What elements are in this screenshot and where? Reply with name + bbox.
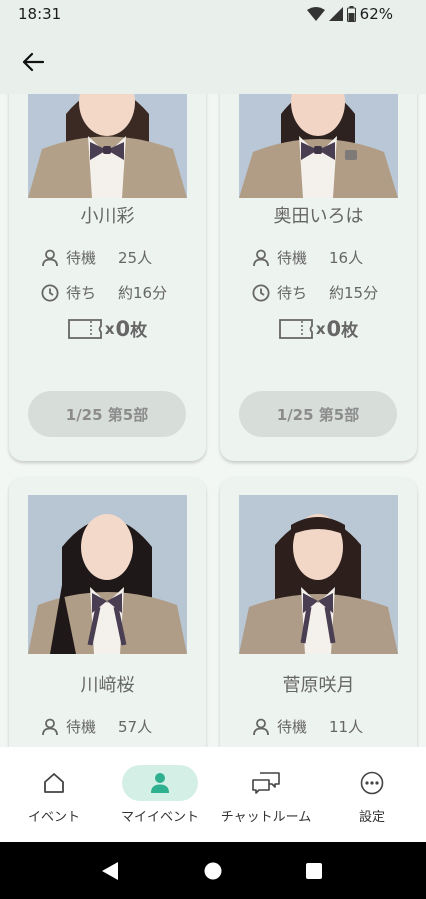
nav-label: イベント (27, 810, 80, 825)
ticket-count: x 0 枚 (220, 316, 417, 341)
nav-label: 設定 (358, 810, 385, 825)
app-bar (0, 30, 426, 94)
person-icon (253, 718, 269, 735)
session-button[interactable]: 1/25 第5部 (239, 391, 397, 437)
clock-icon (41, 284, 59, 301)
waiting-count: 待機 11人 (252, 716, 363, 737)
status-bar: 18:31 62% (0, 0, 426, 30)
system-nav-bar (0, 842, 426, 899)
bottom-nav: イベント マイイベント チャットルーム 設定 (0, 747, 426, 842)
more-icon (360, 771, 384, 795)
session-button[interactable]: 1/25 第5部 (28, 391, 186, 437)
waiting-count: 待機 16人 (252, 247, 363, 268)
battery-percent: 62% (359, 5, 393, 23)
member-name: 奥田いろは (273, 206, 364, 227)
member-photo (239, 495, 398, 654)
back-triangle-icon[interactable] (100, 861, 120, 881)
back-button[interactable] (14, 44, 52, 80)
member-card[interactable]: 菅原咲月 待機 11人 (220, 477, 417, 747)
member-photo (28, 495, 187, 654)
home-circle-icon[interactable] (203, 861, 223, 881)
person-icon (253, 249, 269, 266)
nav-item-settings[interactable]: 設定 (334, 747, 410, 842)
member-list[interactable]: 小川彩 待機 25人 待ち 約16分 x 0 枚 1/25 第5部 奥田いろは … (0, 94, 426, 747)
nav-item-chat-room[interactable]: チャットルーム (213, 747, 319, 842)
member-name: 小川彩 (80, 206, 135, 227)
wifi-icon (306, 7, 325, 21)
ticket-count: x 0 枚 (9, 316, 206, 341)
arrow-left-icon (22, 52, 44, 72)
home-icon (44, 773, 64, 793)
member-card[interactable]: 奥田いろは 待機 16人 待ち 約15分 x 0 枚 1/25 第5部 (220, 94, 417, 461)
member-name: 菅原咲月 (282, 675, 355, 696)
nav-label: チャットルーム (220, 810, 312, 825)
chat-icon (252, 772, 280, 794)
wait-time: 待ち 約15分 (252, 282, 378, 303)
recents-square-icon[interactable] (305, 862, 323, 880)
wait-time: 待ち 約16分 (41, 282, 167, 303)
ticket-icon (278, 318, 313, 339)
signal-icon (328, 7, 343, 21)
battery-icon (346, 6, 356, 22)
ticket-icon (67, 318, 102, 339)
waiting-count: 待機 57人 (41, 716, 152, 737)
person-icon (42, 249, 58, 266)
member-card[interactable]: 川﨑桜 待機 57人 (9, 477, 206, 747)
status-time: 18:31 (18, 5, 62, 23)
clock-icon (252, 284, 270, 301)
person-icon (42, 718, 58, 735)
nav-item-event[interactable]: イベント (16, 747, 92, 842)
nav-item-my-event[interactable]: マイイベント (107, 747, 213, 842)
person-icon (151, 773, 169, 793)
waiting-count: 待機 25人 (41, 247, 152, 268)
status-icons: 62% (306, 5, 393, 23)
nav-label: マイイベント (120, 810, 199, 825)
member-card[interactable]: 小川彩 待機 25人 待ち 約16分 x 0 枚 1/25 第5部 (9, 94, 206, 461)
member-name: 川﨑桜 (80, 675, 135, 696)
